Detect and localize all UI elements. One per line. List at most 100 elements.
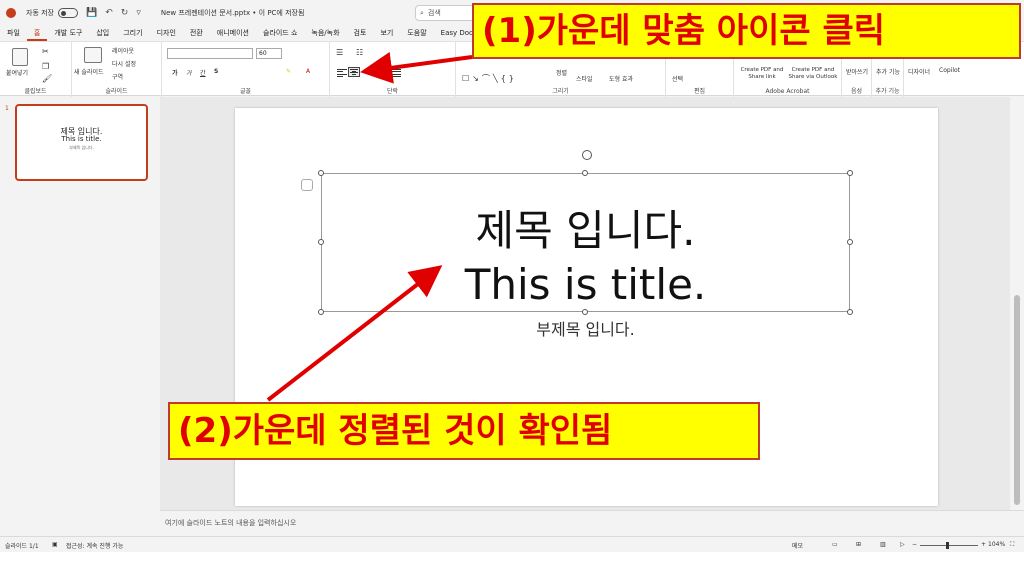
- redo-icon[interactable]: ↻: [121, 8, 129, 18]
- create-pdf-share-link-button[interactable]: Create PDF and Share link: [738, 67, 786, 81]
- section-button[interactable]: 구역: [112, 72, 123, 81]
- font-size-field[interactable]: 60: [256, 48, 282, 59]
- font-color-icon[interactable]: A: [306, 68, 310, 75]
- clipboard-group-label: 클립보드: [24, 88, 47, 95]
- zoom-in-icon[interactable]: +: [981, 541, 986, 548]
- tab-8[interactable]: 슬라이드 쇼: [256, 26, 304, 41]
- autosave-label: 자동 저장: [26, 9, 54, 17]
- align-center-icon[interactable]: [348, 67, 360, 77]
- slide-thumbnail[interactable]: 제목 입니다. This is title. 부제목 입니다.: [15, 104, 148, 181]
- shapes-gallery[interactable]: ☐↘⌒╲{}: [462, 73, 517, 84]
- normal-view-icon[interactable]: ▭: [832, 541, 838, 548]
- tab-11[interactable]: 보기: [373, 26, 400, 41]
- fit-slide-icon[interactable]: ⛶: [1010, 541, 1014, 549]
- tab-1[interactable]: 홈: [26, 26, 48, 41]
- search-placeholder: 검색: [427, 9, 441, 17]
- select-button[interactable]: 선택: [672, 74, 683, 83]
- addins-button[interactable]: 추가 기능: [876, 67, 900, 76]
- tab-6[interactable]: 전환: [183, 26, 210, 41]
- arrange-button[interactable]: 정렬: [556, 68, 567, 77]
- slides-group-label: 슬라이드: [105, 88, 128, 95]
- italic-icon[interactable]: 가: [186, 68, 192, 77]
- customize-toolbar-icon[interactable]: ▿: [136, 8, 141, 18]
- bold-icon[interactable]: 가: [172, 68, 178, 77]
- powerpoint-window: 자동 저장 💾 ↶ ↻ ▿ New 프레젠테이션 문서.pptx • 이 PC에…: [0, 0, 1024, 552]
- copy-icon[interactable]: ❐: [42, 62, 49, 71]
- tab-10[interactable]: 검토: [347, 26, 374, 41]
- tab-12[interactable]: 도움말: [400, 26, 433, 41]
- document-title[interactable]: New 프레젠테이션 문서.pptx • 이 PC에 저장됨: [161, 8, 305, 18]
- drawing-group-label: 그리기: [552, 88, 569, 95]
- thumbnail-title-line2: This is title.: [61, 135, 102, 143]
- tab-9[interactable]: 녹음/녹화: [304, 26, 346, 41]
- slides-group: 새 슬라이드 레이아웃 다시 설정 구역 슬라이드: [72, 42, 162, 97]
- rotate-handle[interactable]: [582, 150, 592, 160]
- resize-handle-top-left[interactable]: [318, 170, 324, 176]
- bullets-icon[interactable]: ☰: [336, 48, 343, 57]
- justify-icon[interactable]: [390, 68, 402, 78]
- create-pdf-outlook-button[interactable]: Create PDF and Share via Outlook: [786, 67, 840, 81]
- new-slide-icon[interactable]: [84, 47, 102, 63]
- shadow-icon[interactable]: S: [214, 68, 218, 75]
- shape-effects-button[interactable]: 도형 효과: [609, 74, 633, 83]
- format-painter-icon[interactable]: 🖌: [42, 74, 52, 83]
- powerpoint-logo-icon: [6, 8, 16, 18]
- numbering-icon[interactable]: ☷: [356, 48, 363, 57]
- design-ideas-icon[interactable]: [301, 179, 313, 191]
- zoom-out-icon[interactable]: −: [912, 541, 917, 548]
- cut-icon[interactable]: ✂: [42, 47, 49, 56]
- designer-button[interactable]: 디자이너: [908, 67, 930, 76]
- reset-button[interactable]: 다시 설정: [112, 59, 136, 68]
- slide-subtitle[interactable]: 부제목 입니다.: [322, 316, 849, 340]
- undo-icon[interactable]: ↶: [105, 8, 113, 18]
- status-bar: 슬라이드 1/1 ▣ 접근성: 계속 진행 가능 메모 ▭ ⊞ ▥ ▷ − + …: [0, 536, 1024, 552]
- slideshow-icon[interactable]: ▷: [900, 541, 905, 548]
- editing-group-label: 편집: [693, 88, 706, 95]
- resize-handle-top[interactable]: [582, 170, 588, 176]
- layout-button[interactable]: 레이아웃: [112, 46, 134, 55]
- clipboard-group: 붙여넣기 ✂ ❐ 🖌 클립보드: [0, 42, 72, 97]
- slide-title-line1[interactable]: 제목 입니다.: [322, 206, 849, 256]
- copilot-button[interactable]: Copilot: [939, 67, 960, 74]
- thumbnail-number: 1: [5, 105, 9, 112]
- autosave-toggle[interactable]: [58, 8, 78, 18]
- paste-button[interactable]: 붙여넣기: [6, 68, 28, 77]
- tab-5[interactable]: 디자인: [150, 26, 183, 41]
- highlight-icon[interactable]: ✎: [286, 68, 291, 75]
- zoom-level[interactable]: 104%: [988, 541, 1005, 548]
- tab-3[interactable]: 삽입: [89, 26, 116, 41]
- new-slide-button[interactable]: 새 슬라이드: [74, 67, 104, 76]
- notes-pane[interactable]: 여기에 슬라이드 노트의 내용을 입력하십시오: [160, 510, 1024, 536]
- slide-sorter-icon[interactable]: ⊞: [856, 541, 861, 548]
- slide-count: 슬라이드 1/1: [5, 543, 39, 550]
- quick-styles-button[interactable]: 스타일: [576, 74, 593, 83]
- paragraph-group-label: 단락: [386, 88, 399, 95]
- reading-view-icon[interactable]: ▥: [880, 541, 886, 548]
- font-name-field[interactable]: [167, 48, 253, 59]
- underline-icon[interactable]: 간: [200, 68, 206, 77]
- search-icon: ⌕: [420, 8, 424, 17]
- tab-4[interactable]: 그리기: [116, 26, 149, 41]
- spellcheck-icon[interactable]: ▣: [52, 541, 58, 548]
- paste-icon[interactable]: [12, 48, 28, 66]
- tab-2[interactable]: 개발 도구: [47, 26, 89, 41]
- font-group-label: 글꼴: [239, 88, 252, 95]
- save-icon[interactable]: 💾: [86, 8, 97, 18]
- voice-group-label: 음성: [850, 88, 863, 95]
- resize-handle-top-right[interactable]: [847, 170, 853, 176]
- scrollbar-thumb[interactable]: [1014, 295, 1020, 505]
- align-right-icon[interactable]: [376, 68, 388, 78]
- slide-title-line2[interactable]: This is title.: [322, 260, 849, 310]
- dictate-button[interactable]: 받아쓰기: [845, 67, 869, 76]
- accessibility-status[interactable]: 접근성: 계속 진행 가능: [66, 541, 123, 550]
- tab-0[interactable]: 파일: [0, 26, 27, 41]
- notes-button[interactable]: 메모: [792, 541, 803, 550]
- align-left-icon[interactable]: [336, 68, 348, 78]
- annotation-step2: (2)가운데 정렬된 것이 확인됨: [168, 402, 760, 460]
- tab-7[interactable]: 애니메이션: [210, 26, 256, 41]
- zoom-slider[interactable]: [920, 545, 978, 546]
- zoom-slider-knob[interactable]: [946, 542, 949, 549]
- notes-placeholder: 여기에 슬라이드 노트의 내용을 입력하십시오: [165, 519, 297, 527]
- thumbnail-subtitle: 부제목 입니다.: [69, 145, 94, 150]
- annotation-step1: (1)가운데 맞춤 아이콘 클릭: [472, 3, 1021, 59]
